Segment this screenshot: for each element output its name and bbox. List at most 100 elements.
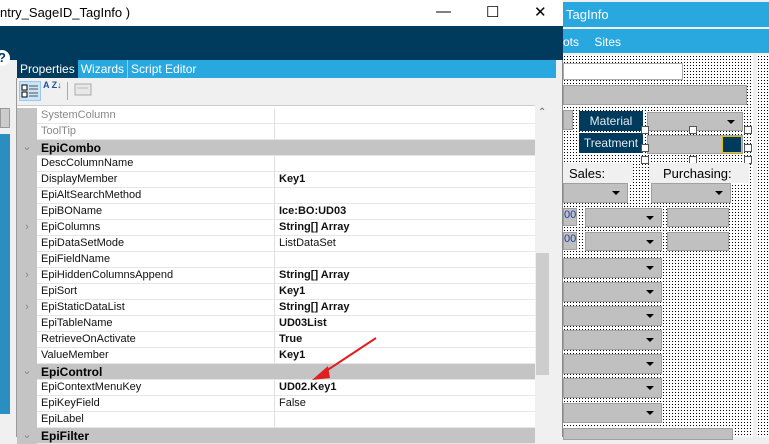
property-row[interactable]: EpiSort Key1 <box>17 284 535 300</box>
left-panel-button[interactable] <box>0 108 10 128</box>
maximize-button[interactable]: ☐ <box>486 3 499 21</box>
grey-field[interactable] <box>563 85 747 105</box>
property-name: EpiContextMenuKey <box>41 381 142 393</box>
expand-icon[interactable]: › <box>17 300 37 316</box>
sales-combo[interactable] <box>563 183 628 203</box>
property-row[interactable]: ToolTip <box>17 124 535 140</box>
property-value <box>274 428 535 444</box>
property-pages-button[interactable] <box>72 81 94 101</box>
property-value[interactable] <box>274 156 535 172</box>
scroll-up-icon[interactable]: ⌃ <box>538 107 546 118</box>
property-value[interactable]: False <box>274 396 535 412</box>
treatment-label[interactable]: Treatment <box>579 133 643 153</box>
menu-item-sites[interactable]: Sites <box>594 35 621 49</box>
combo[interactable] <box>563 306 662 326</box>
property-row[interactable]: EpiTableName UD03List <box>17 316 535 332</box>
property-name: EpiFieldName <box>41 253 111 265</box>
property-value[interactable] <box>274 124 535 140</box>
text-field[interactable] <box>563 63 683 80</box>
property-row[interactable]: DescColumnName <box>17 156 535 172</box>
expand-icon[interactable]: › <box>17 268 37 284</box>
property-name: ValueMember <box>41 349 109 361</box>
resize-handle[interactable] <box>744 126 752 134</box>
minimize-button[interactable]: — <box>436 3 451 20</box>
combo[interactable] <box>563 258 662 278</box>
property-row[interactable]: EpiDataSetMode ListDataSet <box>17 236 535 252</box>
resize-handle[interactable] <box>689 126 697 134</box>
resize-handle[interactable] <box>641 144 649 152</box>
property-value[interactable]: String[] Array <box>274 268 535 284</box>
property-value[interactable]: Key1 <box>274 172 535 188</box>
property-row[interactable]: EpiKeyField False <box>17 396 535 412</box>
number-field[interactable]: 00 <box>563 232 577 250</box>
combo[interactable] <box>563 354 662 374</box>
row-gutter <box>17 412 37 428</box>
resize-handle[interactable] <box>641 126 649 134</box>
property-row[interactable]: EpiAltSearchMethod <box>17 188 535 204</box>
property-value[interactable]: ListDataSet <box>274 236 535 252</box>
tab-script-editor[interactable]: Script Editor <box>127 60 199 78</box>
property-row[interactable]: › EpiColumns String[] Array <box>17 220 535 236</box>
property-row[interactable]: SystemColumn <box>17 108 535 124</box>
row-gutter <box>17 316 37 332</box>
tab-bar: Properties Wizards Script Editor <box>17 60 556 78</box>
categorized-button[interactable] <box>19 81 41 101</box>
collapse-icon[interactable]: ⌄ <box>17 428 37 444</box>
row-gutter <box>17 380 37 396</box>
property-value[interactable] <box>274 188 535 204</box>
property-row[interactable]: EpiLabel <box>17 412 535 428</box>
designer-surface[interactable]: Material Treatment Sales: Purchasing: 00… <box>563 55 753 440</box>
alphabetical-button[interactable]: A Z↓ <box>43 81 65 101</box>
grey-field[interactable] <box>563 428 733 440</box>
combo[interactable] <box>563 378 662 398</box>
toolbar-divider <box>67 82 68 100</box>
property-value[interactable]: String[] Array <box>274 300 535 316</box>
menu-item-reports[interactable]: ots <box>563 35 579 49</box>
title-bar: ntry_SageID_TagInfo ) — ☐ ✕ <box>0 0 563 26</box>
combo[interactable] <box>585 208 662 227</box>
property-row[interactable]: EpiContextMenuKey UD02.Key1 <box>17 380 535 396</box>
combo[interactable] <box>585 232 662 251</box>
grey-field[interactable] <box>563 110 573 130</box>
property-value[interactable] <box>274 252 535 268</box>
purchasing-combo[interactable] <box>651 183 731 203</box>
tab-properties[interactable]: Properties <box>17 60 78 78</box>
property-value[interactable]: String[] Array <box>274 220 535 236</box>
property-row[interactable]: DisplayMember Key1 <box>17 172 535 188</box>
resize-handle[interactable] <box>744 144 752 152</box>
number-field[interactable]: 00 <box>563 208 577 226</box>
resize-handle[interactable] <box>641 156 649 164</box>
combo[interactable] <box>563 330 662 350</box>
combo[interactable] <box>563 282 662 302</box>
tab-wizards[interactable]: Wizards <box>78 60 127 78</box>
grey-field[interactable] <box>667 232 729 251</box>
property-row[interactable]: ValueMember Key1 <box>17 348 535 364</box>
property-name: EpiSort <box>41 285 78 297</box>
property-row[interactable]: › EpiStaticDataList String[] Array <box>17 300 535 316</box>
property-value[interactable] <box>274 412 535 428</box>
grey-field[interactable] <box>667 208 729 227</box>
combo-dropdown-button[interactable] <box>722 136 742 153</box>
category-row[interactable]: ⌄ EpiControl <box>17 364 535 380</box>
property-row[interactable]: › EpiHiddenColumnsAppend String[] Array <box>17 268 535 284</box>
category-row[interactable]: ⌄ EpiCombo <box>17 140 535 156</box>
property-row[interactable]: RetrieveOnActivate True <box>17 332 535 348</box>
property-row[interactable]: EpiBOName Ice:BO:UD03 <box>17 204 535 220</box>
expand-icon[interactable]: › <box>17 220 37 236</box>
collapse-icon[interactable]: ⌄ <box>17 364 37 380</box>
property-row[interactable]: EpiFieldName <box>17 252 535 268</box>
property-value[interactable] <box>274 108 535 124</box>
help-icon[interactable]: ? <box>0 50 10 66</box>
material-label[interactable]: Material <box>579 111 643 131</box>
treatment-combo[interactable] <box>647 135 743 154</box>
property-value[interactable]: Key1 <box>274 284 535 300</box>
property-pages-icon <box>74 83 92 96</box>
close-button[interactable]: ✕ <box>534 3 547 21</box>
category-row[interactable]: ⌄ EpiFilter <box>17 428 535 444</box>
row-gutter <box>17 332 37 348</box>
scrollbar-thumb[interactable] <box>536 253 549 375</box>
collapse-icon[interactable]: ⌄ <box>17 140 37 156</box>
combo[interactable] <box>563 403 662 423</box>
row-gutter <box>17 172 37 188</box>
property-value[interactable]: Ice:BO:UD03 <box>274 204 535 220</box>
